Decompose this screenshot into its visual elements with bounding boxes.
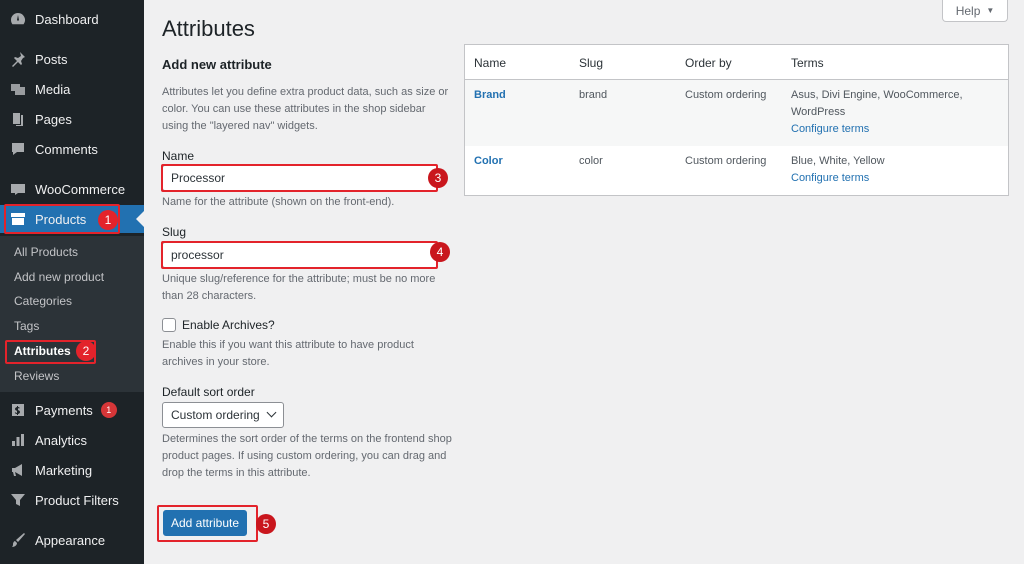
sort-order-select[interactable]: Custom ordering bbox=[162, 402, 284, 428]
chevron-down-icon bbox=[266, 407, 277, 418]
menu-label: Dashboard bbox=[35, 11, 99, 27]
menu-posts[interactable]: Posts bbox=[0, 45, 144, 73]
pages-icon bbox=[10, 111, 26, 127]
comments-icon bbox=[10, 141, 26, 157]
products-submenu: All Products Add new product Categories … bbox=[0, 236, 144, 392]
configure-terms-link[interactable]: Configure terms bbox=[791, 170, 991, 187]
name-label: Name bbox=[162, 149, 195, 163]
help-button[interactable]: Help ▼ bbox=[942, 0, 1008, 22]
submenu-add-new-product[interactable]: Add new product bbox=[14, 267, 104, 287]
menu-label: Product Filters bbox=[35, 492, 119, 508]
row-terms: Asus, Divi Engine, WooCommerce, WordPres… bbox=[791, 87, 991, 138]
submenu-reviews[interactable]: Reviews bbox=[14, 366, 59, 386]
menu-label: Comments bbox=[35, 141, 98, 157]
notification-count-badge: 1 bbox=[100, 402, 117, 418]
menu-comments[interactable]: Comments bbox=[0, 135, 144, 163]
column-header-name[interactable]: Name bbox=[474, 56, 506, 70]
attribute-name-input[interactable] bbox=[162, 165, 438, 191]
menu-label: Marketing bbox=[35, 462, 93, 478]
annotation-badge-3: 3 bbox=[428, 168, 448, 188]
menu-analytics[interactable]: Analytics bbox=[0, 426, 144, 454]
menu-payments[interactable]: Payments 1 bbox=[0, 396, 144, 424]
row-name-link[interactable]: Brand bbox=[474, 87, 506, 104]
attributes-table: Name Slug Order by Terms Brand brand Cus… bbox=[464, 44, 1009, 196]
row-terms-text: Blue, White, Yellow bbox=[791, 155, 885, 167]
menu-label: Posts bbox=[35, 51, 68, 67]
column-header-order-by[interactable]: Order by bbox=[685, 56, 732, 70]
current-menu-pointer bbox=[136, 211, 144, 227]
row-slug: color bbox=[579, 155, 603, 167]
archives-description: Enable this if you want this attribute t… bbox=[162, 339, 414, 368]
submenu-tags[interactable]: Tags bbox=[14, 316, 39, 336]
archive-icon bbox=[10, 211, 26, 227]
menu-woocommerce[interactable]: WooCommerce bbox=[0, 175, 144, 203]
row-order-by: Custom ordering bbox=[685, 89, 767, 101]
sort-order-value: Custom ordering bbox=[171, 408, 260, 422]
help-label: Help bbox=[955, 3, 981, 18]
row-terms: Blue, White, Yellow Configure terms bbox=[791, 153, 991, 187]
slug-label: Slug bbox=[162, 225, 187, 239]
bar-chart-icon bbox=[10, 432, 26, 448]
enable-archives-checkbox[interactable] bbox=[162, 318, 176, 332]
slug-description: Unique slug/reference for the attribute;… bbox=[162, 273, 436, 302]
menu-label: Appearance bbox=[35, 532, 106, 548]
pin-icon bbox=[10, 51, 26, 67]
caret-down-icon: ▼ bbox=[986, 6, 995, 15]
add-attribute-button[interactable]: Add attribute bbox=[163, 510, 247, 536]
menu-media[interactable]: Media bbox=[0, 75, 144, 103]
menu-pages[interactable]: Pages bbox=[0, 105, 144, 133]
row-terms-text: Asus, Divi Engine, WooCommerce, WordPres… bbox=[791, 89, 963, 118]
row-order-by: Custom ordering bbox=[685, 155, 767, 167]
menu-products[interactable]: Products bbox=[0, 205, 144, 233]
column-header-slug[interactable]: Slug bbox=[579, 56, 603, 70]
menu-label: Pages bbox=[35, 111, 72, 127]
admin-sidebar: Dashboard Posts Media Pages Comments Woo… bbox=[0, 0, 144, 564]
name-description: Name for the attribute (shown on the fro… bbox=[162, 196, 395, 208]
attribute-slug-input[interactable] bbox=[162, 242, 438, 268]
annotation-badge-5: 5 bbox=[256, 514, 276, 534]
menu-dashboard[interactable]: Dashboard bbox=[0, 5, 144, 33]
annotation-badge-2: 2 bbox=[76, 341, 96, 361]
annotation-badge-4: 4 bbox=[430, 242, 450, 262]
configure-terms-link[interactable]: Configure terms bbox=[791, 121, 991, 138]
submenu-all-products[interactable]: All Products bbox=[14, 242, 78, 262]
form-heading: Add new attribute bbox=[162, 57, 272, 72]
submenu-categories[interactable]: Categories bbox=[14, 291, 72, 311]
menu-label: Analytics bbox=[35, 432, 88, 448]
sort-order-description: Determines the sort order of the terms o… bbox=[162, 433, 452, 479]
filter-icon bbox=[10, 492, 26, 508]
menu-appearance[interactable]: Appearance bbox=[0, 526, 144, 554]
woocommerce-icon bbox=[10, 181, 26, 197]
menu-label: Products bbox=[35, 211, 87, 227]
enable-archives-label[interactable]: Enable Archives? bbox=[182, 318, 275, 332]
row-slug: brand bbox=[579, 89, 608, 101]
page-title: Attributes bbox=[162, 16, 255, 41]
sort-order-label: Default sort order bbox=[162, 385, 255, 399]
annotation-badge-1: 1 bbox=[98, 210, 118, 230]
submenu-attributes[interactable]: Attributes bbox=[14, 341, 71, 361]
menu-label: Media bbox=[35, 81, 71, 97]
megaphone-icon bbox=[10, 462, 26, 478]
dashboard-icon bbox=[10, 11, 26, 27]
menu-product-filters[interactable]: Product Filters bbox=[0, 486, 144, 514]
form-intro: Attributes let you define extra product … bbox=[162, 86, 449, 132]
menu-label: Payments bbox=[35, 402, 93, 418]
row-name-link[interactable]: Color bbox=[474, 153, 503, 170]
dollar-icon bbox=[10, 402, 26, 418]
media-icon bbox=[10, 81, 26, 97]
menu-marketing[interactable]: Marketing bbox=[0, 456, 144, 484]
menu-label: WooCommerce bbox=[35, 181, 126, 197]
column-header-terms[interactable]: Terms bbox=[791, 56, 824, 70]
brush-icon bbox=[10, 532, 26, 548]
